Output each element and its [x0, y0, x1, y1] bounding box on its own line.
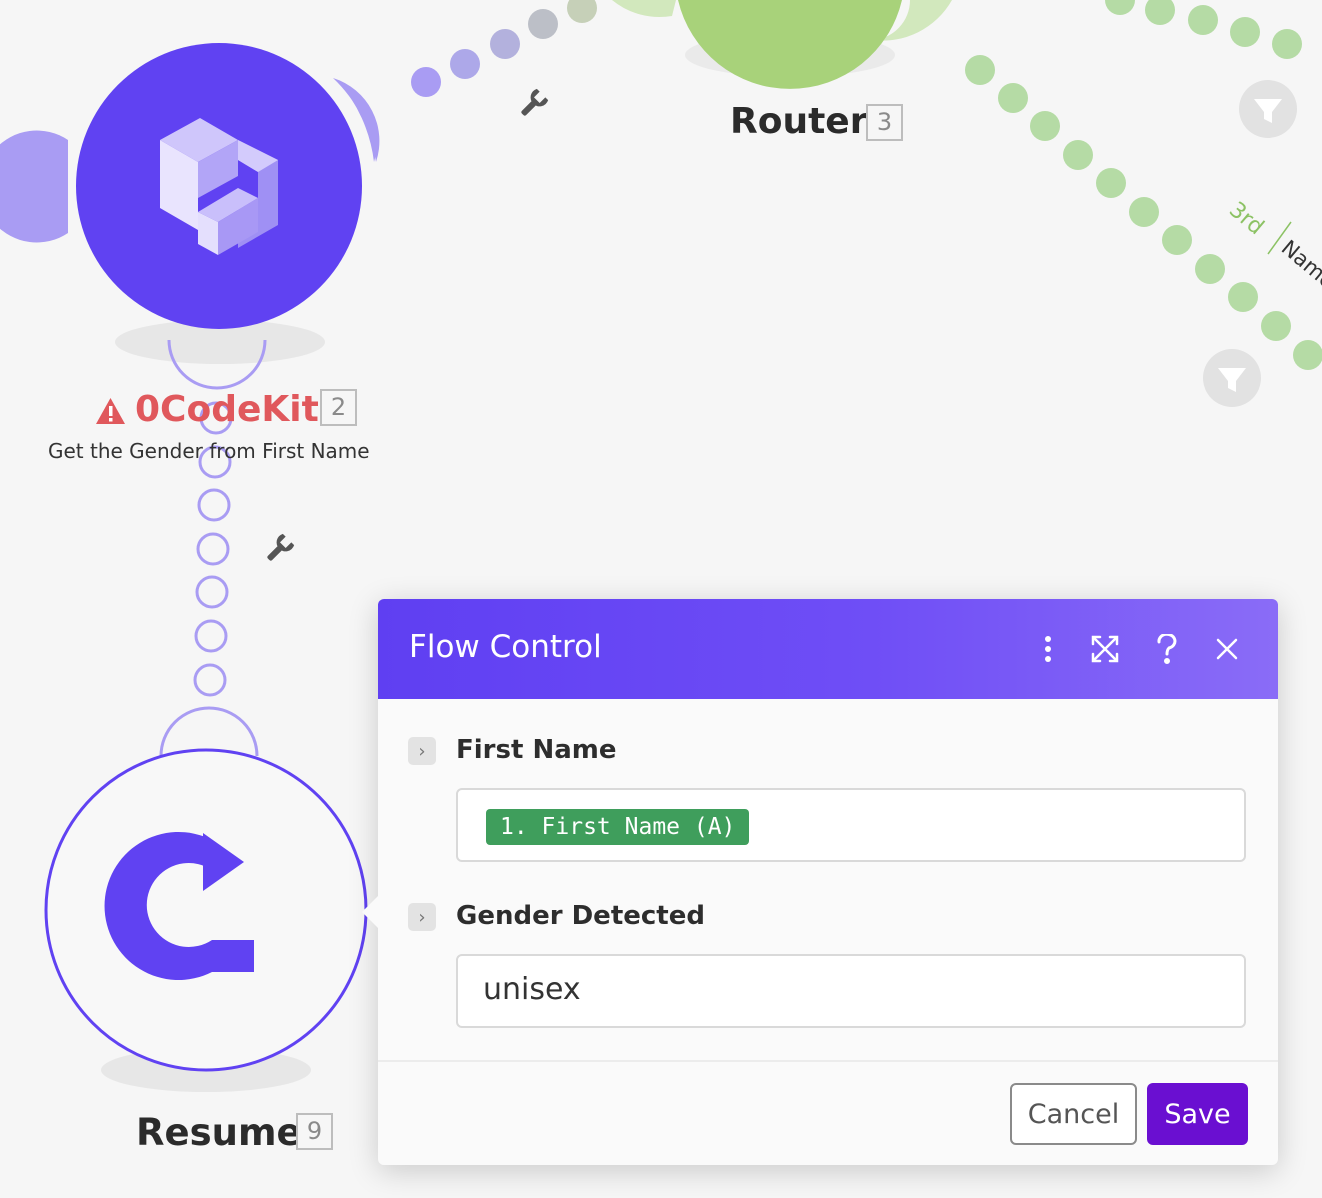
panel-title: Flow Control — [409, 629, 602, 665]
resume-badge: 9 — [296, 1113, 333, 1150]
connection-router-route-top[interactable] — [1105, 0, 1302, 59]
save-button[interactable]: Save — [1147, 1083, 1248, 1145]
route-order-label: 3rd — [1224, 197, 1268, 240]
gender-detected-field[interactable]: unisex — [456, 954, 1246, 1028]
gender-detected-expand-chevron-icon[interactable]: › — [408, 903, 436, 931]
router-node[interactable] — [612, 0, 952, 89]
flow-control-panel: Flow Control › First Name 1. First Name … — [362, 599, 1278, 1165]
close-icon[interactable] — [1207, 629, 1247, 669]
kebab-icon[interactable] — [1028, 629, 1068, 669]
filter-icon[interactable] — [1203, 349, 1261, 407]
ocodekit-node[interactable] — [0, 43, 380, 390]
router-badge: 3 — [866, 104, 903, 141]
panel-header: Flow Control — [378, 599, 1278, 699]
warning-icon — [95, 397, 126, 425]
connection-ocodekit-router[interactable] — [411, 0, 597, 97]
filter-icon[interactable] — [1239, 80, 1297, 138]
ocodekit-badge: 2 — [320, 389, 357, 426]
route-label[interactable]: 3rd Name — [1224, 197, 1322, 293]
ocodekit-subtitle: Get the Gender from First Name — [48, 439, 370, 463]
wrench-icon[interactable] — [516, 88, 549, 121]
ocodekit-title: 0CodeKit — [135, 389, 319, 430]
route-name-label: Name — [1277, 235, 1322, 293]
gender-detected-value: unisex — [483, 972, 581, 1007]
gender-detected-label: Gender Detected — [456, 901, 705, 931]
first-name-expand-chevron-icon[interactable]: › — [408, 737, 436, 765]
first-name-mapped-value-pill[interactable]: 1. First Name (A) — [486, 809, 750, 845]
panel-footer-divider — [378, 1060, 1278, 1062]
router-title: Router — [730, 101, 868, 142]
resume-node[interactable] — [44, 706, 368, 1092]
resume-title: Resume — [136, 1111, 302, 1154]
cancel-button[interactable]: Cancel — [1010, 1083, 1137, 1145]
wrench-icon[interactable] — [262, 533, 295, 566]
first-name-label: First Name — [456, 735, 617, 765]
first-name-field[interactable]: 1. First Name (A) — [456, 788, 1246, 862]
panel-pointer — [362, 895, 379, 929]
expand-icon[interactable] — [1085, 629, 1125, 669]
help-icon[interactable] — [1147, 629, 1187, 669]
